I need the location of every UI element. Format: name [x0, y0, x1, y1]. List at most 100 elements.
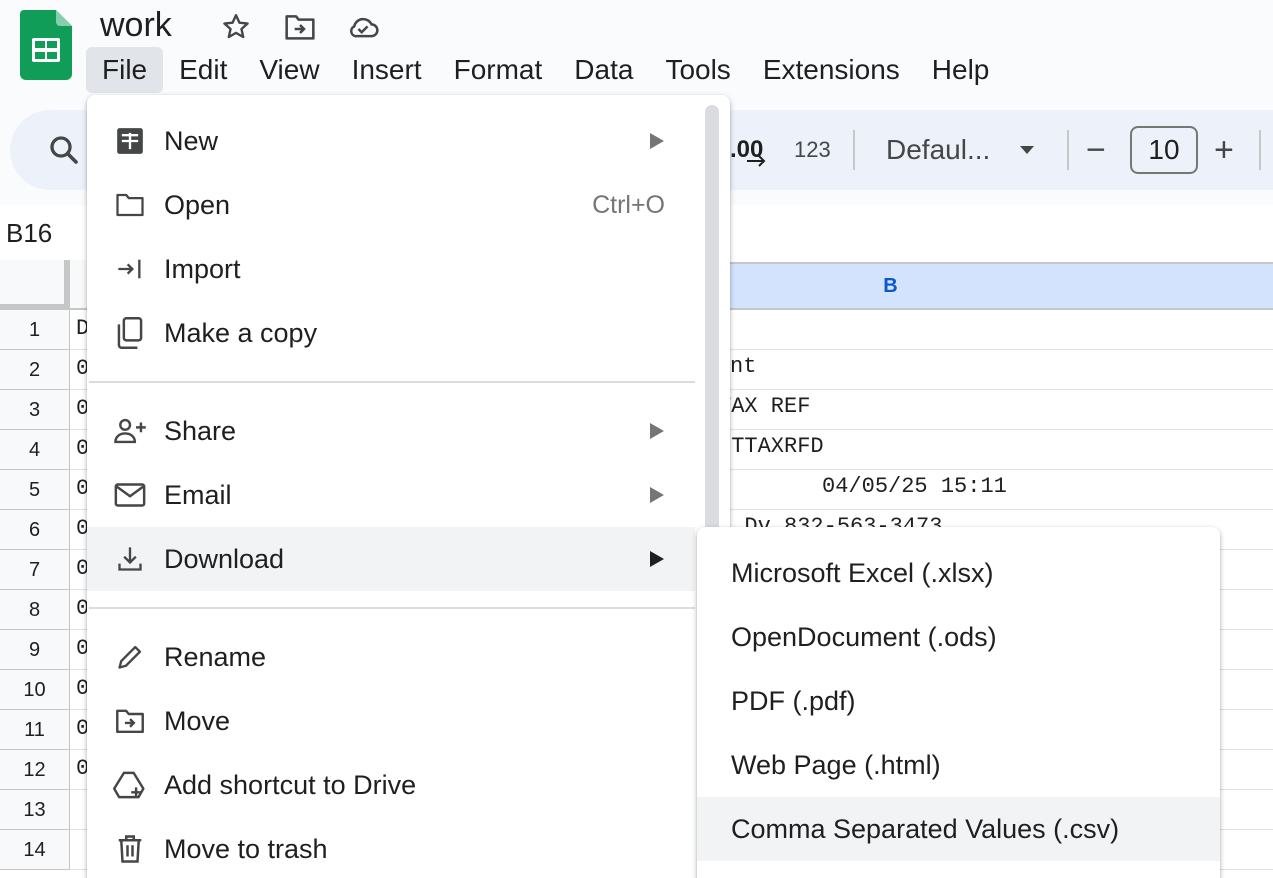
move-folder-icon[interactable]	[283, 10, 317, 44]
cell-b2[interactable]: nt	[730, 352, 756, 382]
star-icon[interactable]	[219, 10, 253, 44]
row-header[interactable]: 3	[0, 390, 70, 430]
submenu-arrow-icon	[650, 551, 664, 567]
cell-b3[interactable]: TAX REF	[718, 392, 810, 422]
file-menu-download-label: Download	[164, 544, 285, 574]
google-sheets-logo-icon[interactable]	[20, 10, 72, 80]
file-menu-email[interactable]: Email	[87, 463, 695, 527]
chevron-down-icon[interactable]	[1018, 144, 1036, 156]
app-header: work File Edit View Insert Format Data T…	[0, 0, 1273, 100]
row-header[interactable]: 6	[0, 510, 70, 550]
menu-data[interactable]: Data	[558, 47, 649, 93]
menu-file[interactable]: File	[86, 47, 164, 93]
file-menu-import[interactable]: Import	[87, 237, 695, 301]
file-menu: New Open Ctrl+O Import Make a copy Share…	[87, 95, 730, 878]
menu-insert[interactable]: Insert	[336, 47, 438, 93]
row-header[interactable]: 1	[0, 310, 70, 350]
row-header[interactable]: 2	[0, 350, 70, 390]
file-menu-open-label: Open	[164, 190, 231, 220]
download-pdf-label: PDF (.pdf)	[731, 686, 856, 716]
menu-extensions[interactable]: Extensions	[747, 47, 916, 93]
menu-separator	[89, 607, 695, 609]
menu-separator	[89, 381, 695, 383]
name-box[interactable]: B16	[6, 217, 52, 249]
toolbar-divider	[1259, 130, 1261, 170]
row-header[interactable]: 4	[0, 430, 70, 470]
download-xlsx-label: Microsoft Excel (.xlsx)	[731, 558, 994, 588]
menu-edit[interactable]: Edit	[163, 47, 243, 93]
download-ods-label: OpenDocument (.ods)	[731, 622, 997, 652]
share-person-icon	[113, 414, 147, 448]
open-shortcut: Ctrl+O	[592, 191, 665, 219]
file-menu-make-copy[interactable]: Make a copy	[87, 301, 695, 365]
font-family-select[interactable]: Defaul...	[886, 132, 990, 168]
file-menu-new[interactable]: New	[87, 109, 695, 173]
menu-scrollbar[interactable]	[705, 105, 719, 545]
file-menu-rename[interactable]: Rename	[87, 625, 695, 689]
email-icon	[113, 478, 147, 512]
download-ods[interactable]: OpenDocument (.ods)	[697, 605, 1220, 669]
submenu-arrow-icon	[650, 133, 664, 149]
file-menu-make-copy-label: Make a copy	[164, 318, 318, 348]
file-menu-rename-label: Rename	[164, 642, 267, 672]
cell-b4[interactable]: OTTAXRFD	[718, 432, 824, 462]
file-menu-move-label: Move	[164, 706, 231, 736]
font-size-input[interactable]: 10	[1130, 126, 1198, 174]
drive-shortcut-icon	[113, 768, 147, 802]
file-menu-email-label: Email	[164, 480, 232, 510]
increase-font-size-button[interactable]: +	[1214, 132, 1234, 168]
pencil-icon	[113, 640, 147, 674]
download-csv-label: Comma Separated Values (.csv)	[731, 814, 1120, 844]
toolbar-divider	[853, 130, 855, 170]
file-menu-new-label: New	[164, 126, 219, 156]
cell-b5[interactable]: 04/05/25 15:11	[690, 472, 1007, 502]
decrease-font-size-button[interactable]: −	[1086, 132, 1106, 168]
file-menu-move[interactable]: Move	[87, 689, 695, 753]
row-header[interactable]: 8	[0, 590, 70, 630]
cloud-saved-icon[interactable]	[346, 10, 380, 44]
row-header[interactable]: 10	[0, 670, 70, 710]
menu-format[interactable]: Format	[438, 47, 559, 93]
search-icon[interactable]	[46, 132, 82, 168]
trash-icon	[113, 832, 147, 866]
download-pdf[interactable]: PDF (.pdf)	[697, 669, 1220, 733]
file-menu-open[interactable]: Open Ctrl+O	[87, 173, 695, 237]
new-spreadsheet-icon	[113, 124, 147, 158]
folder-icon	[113, 188, 147, 222]
download-icon	[113, 542, 147, 576]
row-header[interactable]: 9	[0, 630, 70, 670]
move-folder-icon	[113, 704, 147, 738]
number-format-button[interactable]: 123	[794, 132, 831, 168]
import-icon	[113, 252, 147, 286]
download-xlsx[interactable]: Microsoft Excel (.xlsx)	[697, 541, 1220, 605]
file-menu-trash[interactable]: Move to trash	[87, 817, 695, 878]
file-menu-download[interactable]: Download	[87, 527, 695, 591]
file-menu-trash-label: Move to trash	[164, 834, 328, 864]
file-menu-import-label: Import	[164, 254, 241, 284]
row-header[interactable]: 13	[0, 790, 70, 830]
download-html[interactable]: Web Page (.html)	[697, 733, 1220, 797]
download-html-label: Web Page (.html)	[731, 750, 941, 780]
row-header[interactable]: 14	[0, 830, 70, 870]
menu-view[interactable]: View	[243, 47, 335, 93]
menu-bar: File Edit View Insert Format Data Tools …	[86, 47, 1005, 93]
document-title[interactable]: work	[100, 5, 172, 45]
menu-tools[interactable]: Tools	[649, 47, 746, 93]
row-header[interactable]: 11	[0, 710, 70, 750]
arrow-right-icon	[747, 155, 766, 167]
select-all-corner[interactable]	[0, 260, 70, 310]
copy-icon	[113, 316, 147, 350]
row-header[interactable]: 12	[0, 750, 70, 790]
row-header[interactable]: 7	[0, 550, 70, 590]
row-header[interactable]: 5	[0, 470, 70, 510]
toolbar-divider	[1067, 130, 1069, 170]
column-header-b[interactable]: B	[730, 262, 1273, 310]
submenu-arrow-icon	[650, 423, 664, 439]
download-csv[interactable]: Comma Separated Values (.csv)	[697, 797, 1220, 861]
download-submenu: Microsoft Excel (.xlsx) OpenDocument (.o…	[697, 527, 1220, 878]
submenu-arrow-icon	[650, 487, 664, 503]
file-menu-share[interactable]: Share	[87, 399, 695, 463]
file-menu-add-shortcut[interactable]: Add shortcut to Drive	[87, 753, 695, 817]
file-menu-share-label: Share	[164, 416, 237, 446]
menu-help[interactable]: Help	[916, 47, 1006, 93]
